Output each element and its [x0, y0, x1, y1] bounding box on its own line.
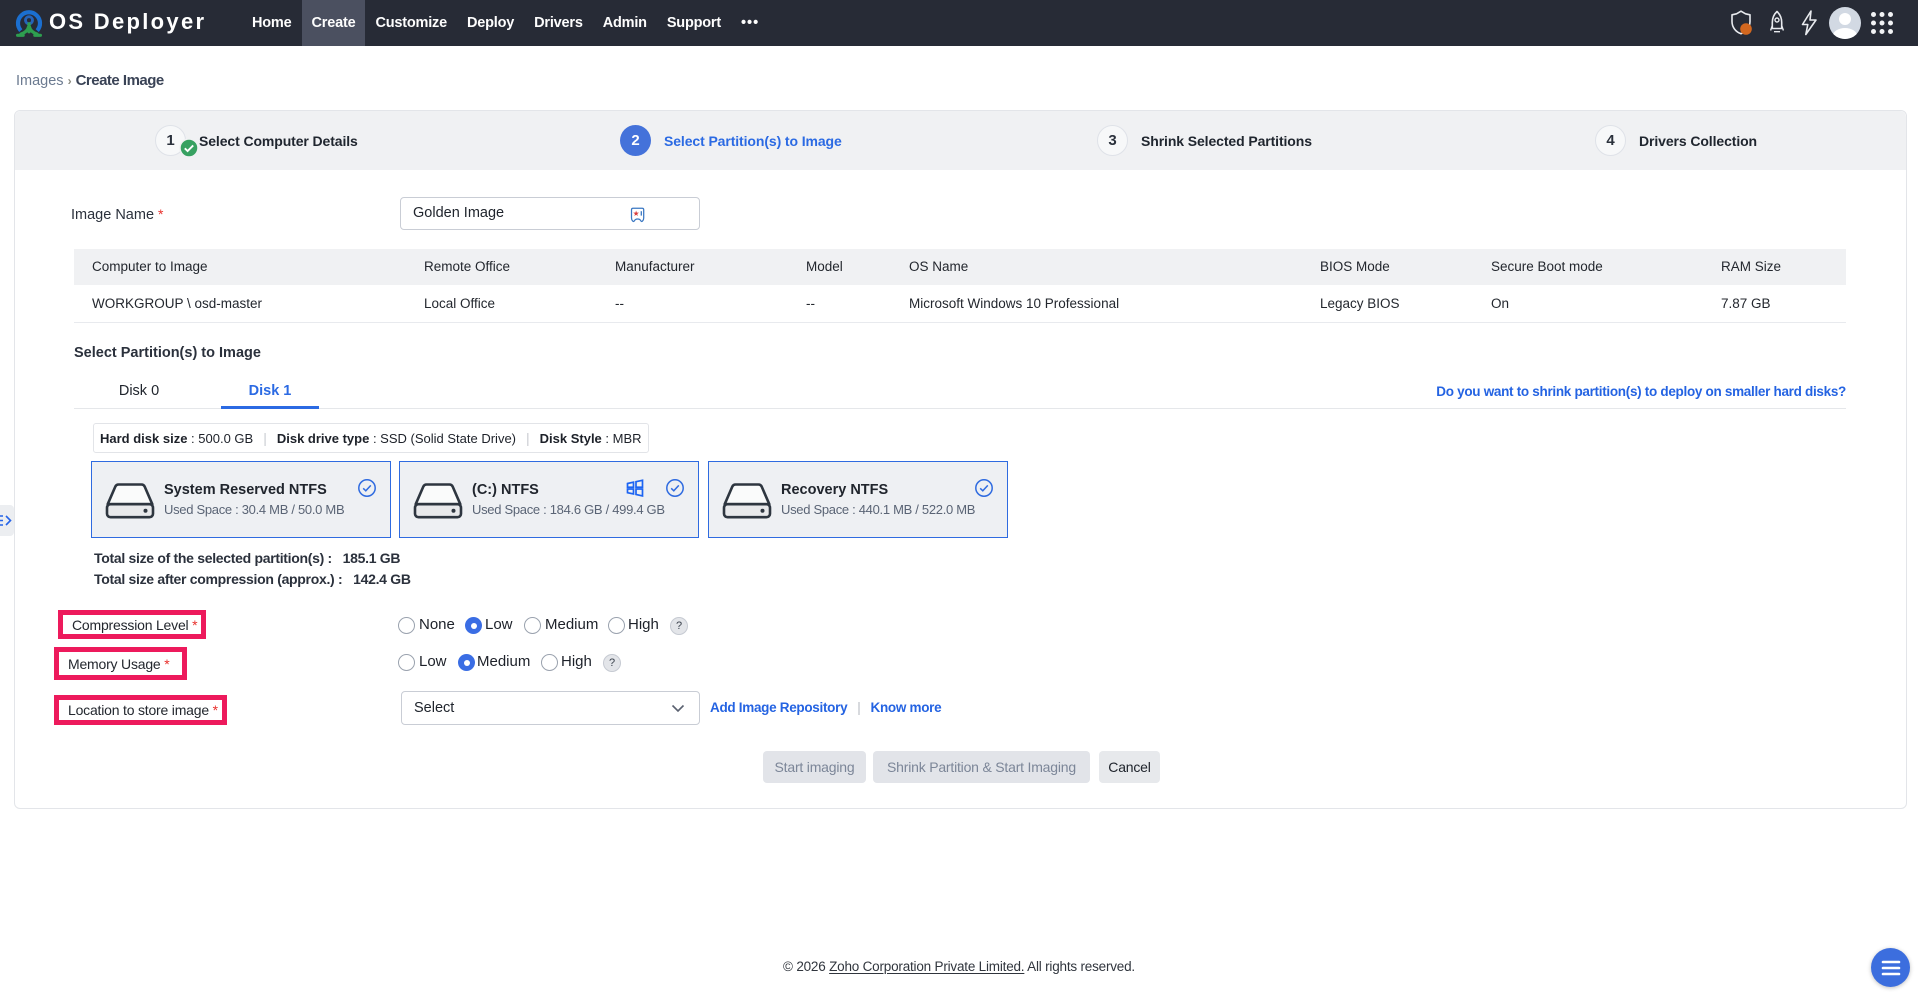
svg-text:★: ★	[633, 209, 640, 218]
